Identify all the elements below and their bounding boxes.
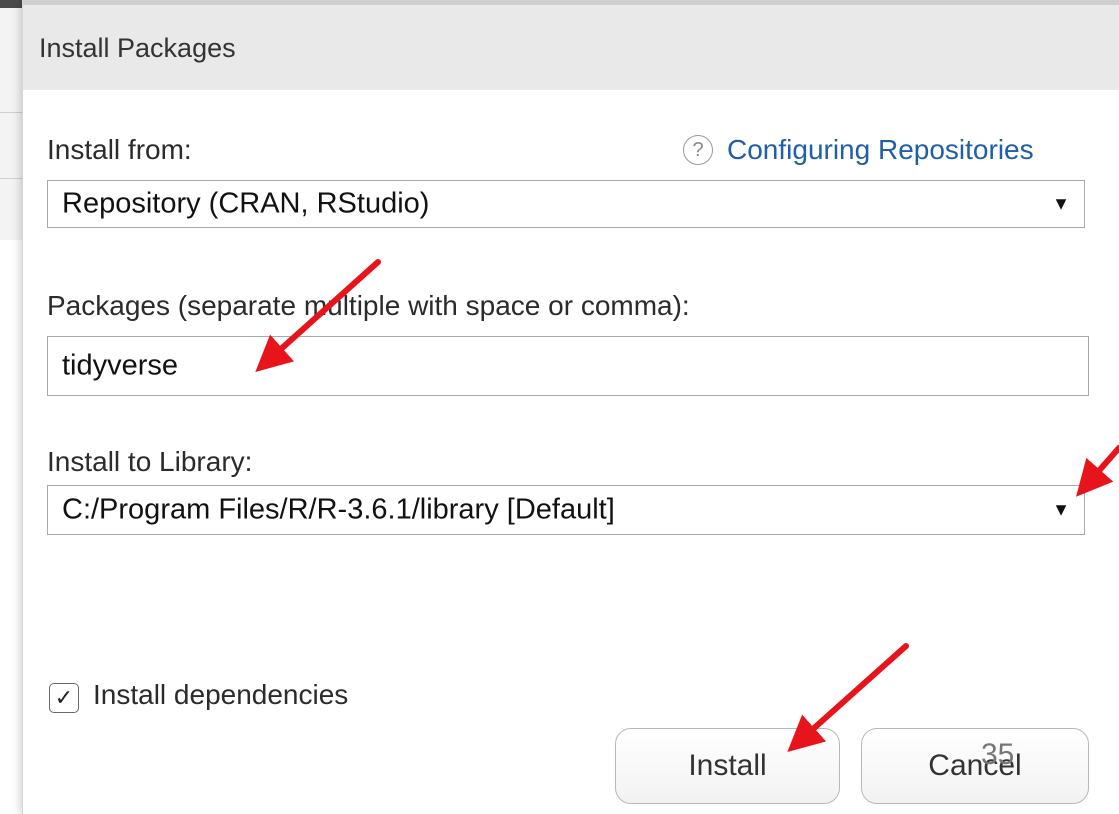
install-dependencies-label[interactable]: Install dependencies <box>93 679 348 711</box>
screenshot: Install Packages Install from: ? Configu… <box>0 0 1119 814</box>
install-button[interactable]: Install <box>615 728 840 804</box>
packages-input[interactable]: tidyverse <box>47 336 1089 396</box>
install-from-value: Repository (CRAN, RStudio) <box>62 187 430 220</box>
packages-label: Packages (separate multiple with space o… <box>47 290 690 321</box>
dropdown-arrow-icon[interactable]: ▼ <box>1052 500 1070 521</box>
install-from-label: Install from: <box>47 134 192 165</box>
dropdown-arrow-icon[interactable]: ▼ <box>1052 194 1070 215</box>
question-mark-icon[interactable]: ? <box>683 135 713 165</box>
install-to-library-select[interactable]: C:/Program Files/R/R-3.6.1/library [Defa… <box>47 485 1085 535</box>
install-to-library-value: C:/Program Files/R/R-3.6.1/library [Defa… <box>62 493 615 526</box>
install-from-select[interactable]: Repository (CRAN, RStudio) ▼ <box>47 180 1085 228</box>
configuring-repositories-help[interactable]: ? Configuring Repositories <box>683 134 1034 166</box>
install-dependencies-checkbox[interactable]: ✓ <box>49 683 79 713</box>
cancel-button[interactable]: Cancel <box>861 728 1089 804</box>
install-to-library-label: Install to Library: <box>47 446 253 477</box>
configuring-repositories-link[interactable]: Configuring Repositories <box>727 134 1034 166</box>
dialog-title: Install Packages <box>39 33 236 63</box>
packages-input-value: tidyverse <box>62 349 179 382</box>
slide-number: 35 <box>981 738 1015 771</box>
install-packages-dialog: Install Packages Install from: ? Configu… <box>22 0 1119 814</box>
checkmark-icon: ✓ <box>54 685 74 710</box>
dialog-titlebar[interactable]: Install Packages <box>23 0 1119 90</box>
